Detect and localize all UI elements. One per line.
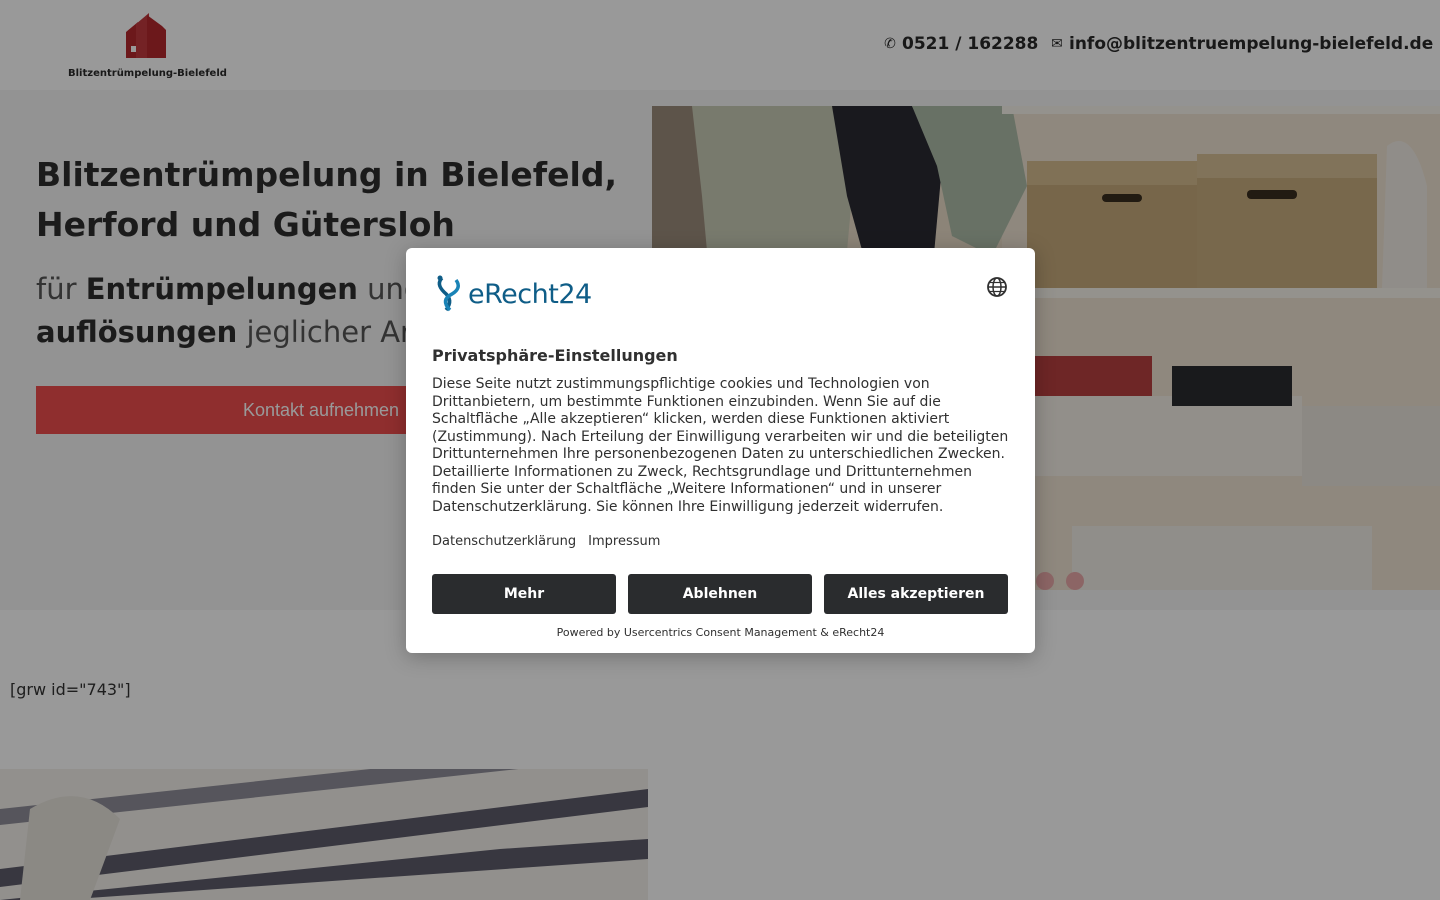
consent-description: Diese Seite nutzt zustimmungspflichtige … [432,376,1009,515]
globe-icon[interactable] [986,276,1008,298]
decline-button[interactable]: Ablehnen [628,574,812,614]
imprint-link[interactable]: Impressum [588,534,660,549]
accept-all-button[interactable]: Alles akzeptieren [824,574,1008,614]
erecht24-logo: eRecht24 [432,274,592,314]
erecht24-brand-text: eRecht24 [468,278,592,310]
consent-links: Datenschutzerklärung Impressum [432,534,660,549]
consent-dialog: eRecht24 Privatsphäre-Einstellungen Dies… [406,248,1035,653]
powered-by-text: Powered by Usercentrics Consent Manageme… [556,626,885,639]
erecht24-mark-icon [437,275,460,312]
consent-title: Privatsphäre-Einstellungen [432,346,678,365]
privacy-policy-link[interactable]: Datenschutzerklärung [432,534,576,549]
more-button[interactable]: Mehr [432,574,616,614]
